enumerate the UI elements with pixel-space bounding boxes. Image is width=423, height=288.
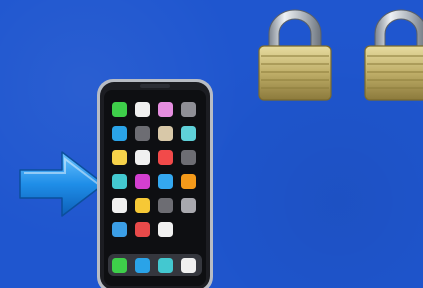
app-icon (181, 150, 196, 165)
dock-app-icon (158, 258, 173, 273)
app-icon (135, 150, 150, 165)
app-icon (158, 198, 173, 213)
app-icon (158, 126, 173, 141)
dock-app-icon (112, 258, 127, 273)
app-icon (135, 174, 150, 189)
app-icon (135, 198, 150, 213)
right-arrow-icon (19, 151, 105, 217)
app-icon (135, 102, 150, 117)
app-icon (158, 174, 173, 189)
dock-app-icon (181, 258, 196, 273)
app-icon (158, 150, 173, 165)
app-icon (158, 222, 173, 237)
app-icon (181, 198, 196, 213)
app-icon (112, 126, 127, 141)
locked-padlock-icon (258, 9, 332, 101)
app-icon (112, 174, 127, 189)
app-icon (135, 126, 150, 141)
app-icon (158, 102, 173, 117)
locked-padlock-icon (364, 9, 423, 101)
app-icon (112, 150, 127, 165)
app-icon (181, 126, 196, 141)
app-icon (181, 174, 196, 189)
app-icon (112, 102, 127, 117)
app-icon (135, 222, 150, 237)
dock-app-icon (135, 258, 150, 273)
app-icon (112, 198, 127, 213)
app-icon (181, 102, 196, 117)
app-icon (112, 222, 127, 237)
mobile-phone-icon (97, 79, 213, 288)
emoji-scene (0, 0, 423, 288)
